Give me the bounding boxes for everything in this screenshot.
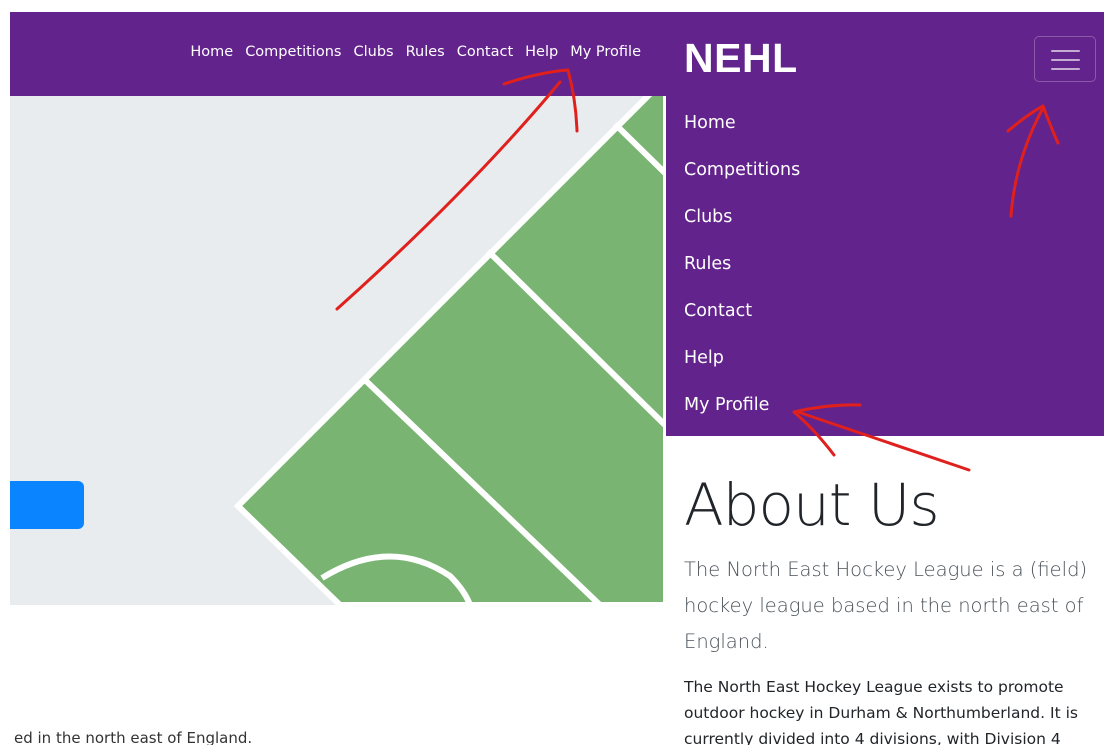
desktop-view: Home Competitions Clubs Rules Contact He… — [0, 0, 666, 745]
screenshot-stage: Home Competitions Clubs Rules Contact He… — [0, 0, 1104, 745]
mobile-view: NEHL Home Competitions Clubs Rules Conta… — [666, 0, 1104, 745]
mobile-nav-clubs[interactable]: Clubs — [684, 202, 800, 249]
mobile-nav-help[interactable]: Help — [684, 343, 800, 390]
desktop-nav-my-profile[interactable]: My Profile — [570, 44, 641, 60]
desktop-nav-home[interactable]: Home — [190, 44, 233, 60]
desktop-nav-links: Home Competitions Clubs Rules Contact He… — [190, 44, 641, 60]
mobile-navbar: NEHL Home Competitions Clubs Rules Conta… — [666, 12, 1104, 436]
brand-logo[interactable]: NEHL — [684, 35, 798, 82]
mobile-nav-my-profile[interactable]: My Profile — [684, 390, 800, 437]
mobile-nav-contact[interactable]: Contact — [684, 296, 800, 343]
desktop-nav-rules[interactable]: Rules — [406, 44, 445, 60]
pitch-surface — [233, 96, 666, 605]
mobile-nav-competitions[interactable]: Competitions — [684, 155, 800, 202]
desktop-intro-text: ed in the north east of England. — [14, 729, 253, 745]
desktop-nav-competitions[interactable]: Competitions — [245, 44, 341, 60]
desktop-nav-clubs[interactable]: Clubs — [353, 44, 393, 60]
about-lead-paragraph: The North East Hockey League is a (field… — [684, 558, 1088, 653]
hamburger-bar — [1051, 68, 1080, 70]
mobile-nav-menu: Home Competitions Clubs Rules Contact He… — [684, 108, 800, 437]
desktop-nav-contact[interactable]: Contact — [457, 44, 513, 60]
about-heading: About Us — [684, 471, 940, 539]
hero-action-button[interactable] — [10, 481, 84, 529]
desktop-navbar: Home Competitions Clubs Rules Contact He… — [10, 12, 666, 96]
mobile-nav-home[interactable]: Home — [684, 108, 800, 155]
hamburger-bar — [1051, 50, 1080, 52]
desktop-nav-help[interactable]: Help — [525, 44, 558, 60]
mobile-nav-rules[interactable]: Rules — [684, 249, 800, 296]
hamburger-bar — [1051, 59, 1080, 61]
hockey-pitch-graphic — [233, 96, 666, 605]
hamburger-menu-icon[interactable] — [1034, 36, 1096, 82]
hero-pitch-image — [10, 96, 666, 605]
about-body-paragraph: The North East Hockey League exists to p… — [684, 678, 1078, 745]
